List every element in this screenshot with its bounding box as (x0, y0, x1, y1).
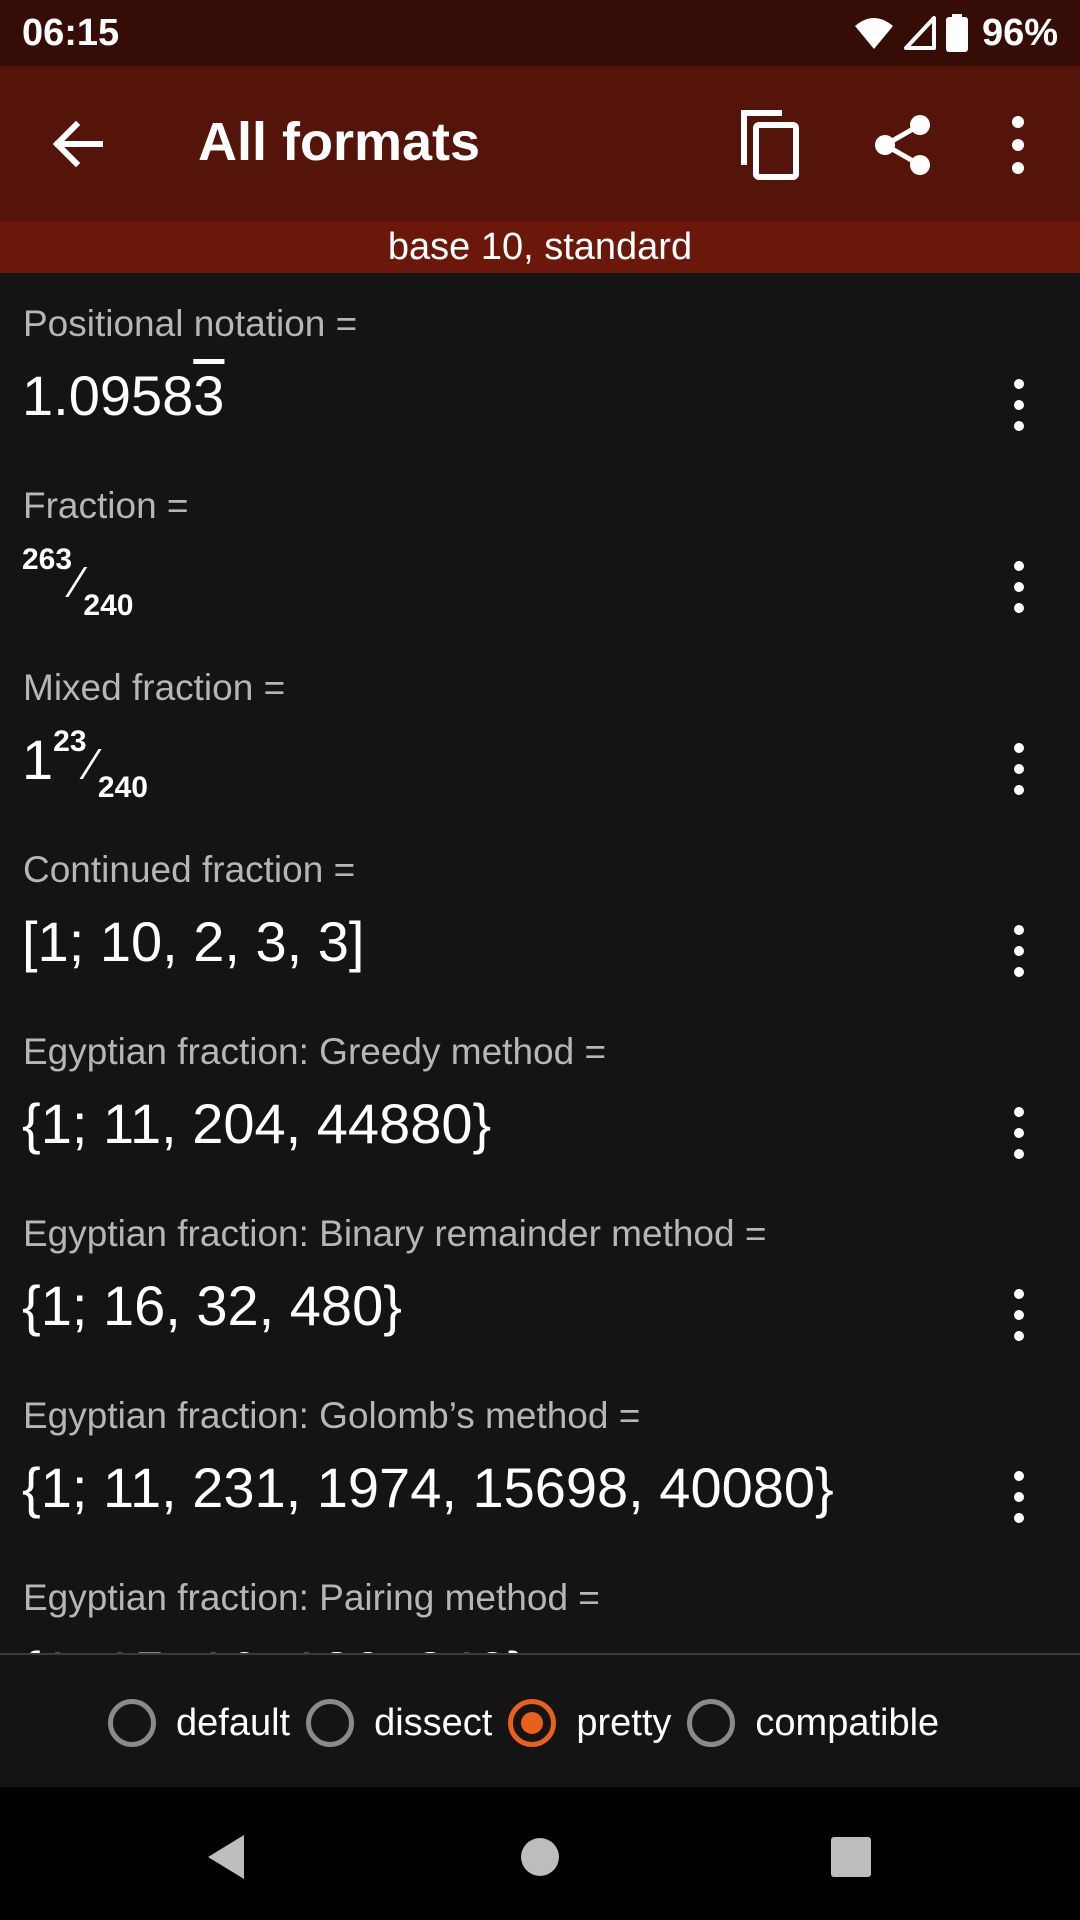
radio-label[interactable]: pretty (576, 1702, 671, 1745)
battery-percent: 96% (981, 11, 1058, 54)
cell-signal-icon (903, 16, 936, 50)
format-value[interactable]: 1.09583 (22, 363, 224, 428)
radio-label[interactable]: compatible (755, 1702, 939, 1745)
share-icon[interactable] (872, 114, 934, 176)
list-item[interactable]: Egyptian fraction: Binary remainder meth… (0, 1183, 1080, 1365)
item-more-icon[interactable] (1006, 1105, 1032, 1161)
radio-compatible[interactable]: compatible (687, 1699, 939, 1747)
list-item[interactable]: Egyptian fraction: Pairing method = {1; … (0, 1547, 1080, 1655)
radio-pretty[interactable]: pretty (508, 1699, 671, 1747)
radio-button[interactable] (306, 1699, 355, 1747)
back-arrow-icon[interactable] (48, 114, 108, 174)
radio-default[interactable]: default (108, 1699, 290, 1747)
format-label: Positional notation = (23, 303, 358, 344)
page-title: All formats (198, 112, 481, 172)
display-mode-radio-group: default dissect pretty compatible (108, 1695, 955, 1751)
format-label: Egyptian fraction: Pairing method = (23, 1577, 600, 1618)
format-label: Continued fraction = (23, 849, 356, 890)
format-label: Mixed fraction = (23, 667, 286, 708)
item-more-icon[interactable] (1006, 1469, 1032, 1525)
format-label: Egyptian fraction: Greedy method = (23, 1031, 607, 1072)
more-options-icon[interactable] (1000, 114, 1036, 176)
battery-icon (945, 14, 968, 52)
status-icons: 96% (854, 10, 1058, 56)
format-value[interactable]: {1; 11, 231, 1974, 15698, 40080} (22, 1455, 834, 1520)
repeating-digit: 3 (193, 364, 225, 427)
radio-button[interactable] (108, 1699, 156, 1747)
status-time: 06:15 (22, 12, 120, 54)
list-item[interactable]: Positional notation = 1.09583 (0, 273, 1080, 455)
format-value[interactable]: 263⁄240 (22, 543, 133, 622)
base-subtitle: base 10, standard (0, 221, 1080, 273)
format-value[interactable]: [1; 10, 2, 3, 3] (22, 909, 364, 974)
copy-icon[interactable] (738, 109, 802, 181)
nav-home-icon[interactable] (520, 1833, 560, 1881)
radio-label[interactable]: default (176, 1702, 290, 1745)
item-more-icon[interactable] (1006, 741, 1032, 797)
list-item[interactable]: Mixed fraction = 123⁄240 (0, 637, 1080, 819)
item-more-icon[interactable] (1006, 1287, 1032, 1343)
format-value[interactable]: 123⁄240 (22, 725, 148, 804)
format-value[interactable]: {1; 11, 204, 44880} (22, 1091, 491, 1156)
display-mode-bar: default dissect pretty compatible (0, 1655, 1080, 1787)
list-item[interactable]: Egyptian fraction: Greedy method = {1; 1… (0, 1001, 1080, 1183)
format-label: Egyptian fraction: Golomb’s method = (23, 1395, 641, 1436)
formats-list: Positional notation = 1.09583 Fraction =… (0, 273, 1080, 1655)
radio-dissect[interactable]: dissect (306, 1699, 492, 1747)
radio-label[interactable]: dissect (374, 1702, 492, 1745)
list-item[interactable]: Fraction = 263⁄240 (0, 455, 1080, 637)
radio-button[interactable] (687, 1699, 736, 1747)
app-bar: All formats (0, 66, 1080, 221)
list-item[interactable]: Egyptian fraction: Golomb’s method = {1;… (0, 1365, 1080, 1547)
format-value[interactable]: {1; 16, 32, 480} (22, 1273, 402, 1338)
format-label: Egyptian fraction: Binary remainder meth… (23, 1213, 767, 1254)
wifi-icon (854, 18, 893, 49)
status-bar: 06:15 96% (0, 0, 1080, 66)
item-more-icon[interactable] (1006, 377, 1032, 433)
item-more-icon[interactable] (1006, 559, 1032, 615)
format-label: Fraction = (23, 485, 189, 526)
radio-button-selected[interactable] (508, 1699, 557, 1747)
nav-recents-icon[interactable] (830, 1833, 872, 1881)
nav-back-icon[interactable] (204, 1833, 248, 1881)
item-more-icon[interactable] (1006, 923, 1032, 979)
system-nav-bar (0, 1787, 1080, 1920)
list-item[interactable]: Continued fraction = [1; 10, 2, 3, 3] (0, 819, 1080, 1001)
